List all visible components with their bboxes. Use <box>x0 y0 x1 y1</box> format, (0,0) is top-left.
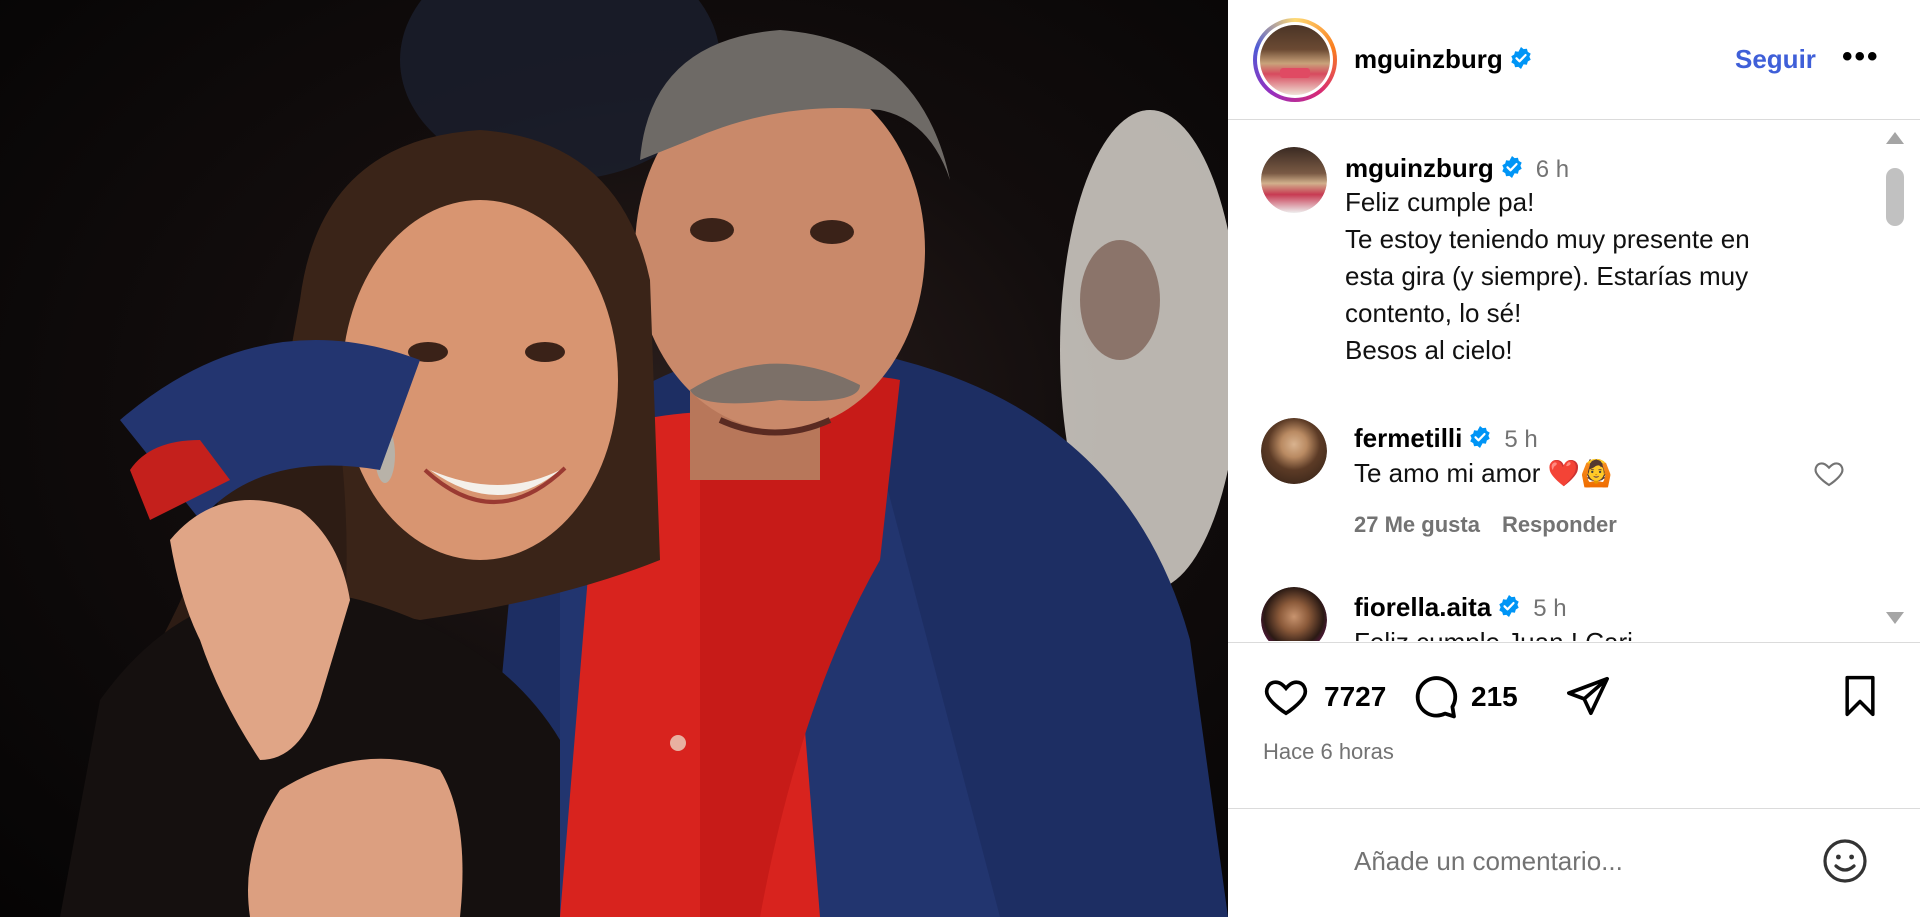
verified-badge-icon <box>1502 156 1522 179</box>
comment-username[interactable]: fermetilli 5 h <box>1354 423 1538 454</box>
more-options-button[interactable]: ••• <box>1842 40 1880 74</box>
scroll-down-icon[interactable] <box>1884 610 1906 626</box>
follow-button[interactable]: Seguir <box>1735 44 1816 75</box>
comment-icon[interactable] <box>1411 673 1459 721</box>
post-photo[interactable] <box>0 0 1228 917</box>
comment-text: Feliz cumple Juan ! Cari... <box>1354 624 1655 641</box>
comments-count[interactable]: 215 <box>1471 681 1518 713</box>
verified-badge-icon <box>1511 47 1531 70</box>
comment-meta: 27 Me gusta Responder <box>1354 512 1639 538</box>
caption-time: 6 h <box>1535 156 1570 183</box>
comment-avatar[interactable] <box>1261 587 1327 641</box>
add-comment-input[interactable] <box>1354 841 1824 881</box>
add-comment-bar <box>1228 808 1920 917</box>
caption-username[interactable]: mguinzburg 6 h <box>1345 153 1569 184</box>
verified-badge-icon <box>1470 426 1491 449</box>
verified-badge-icon <box>1499 595 1519 618</box>
emoji-icon[interactable] <box>1821 837 1869 885</box>
post-header: mguinzburg Seguir ••• <box>1228 0 1920 120</box>
comment-avatar[interactable] <box>1261 418 1327 484</box>
comment-time: 5 h <box>1533 595 1567 622</box>
comments-list[interactable]: mguinzburg 6 h Feliz cumple pa! Te estoy … <box>1228 121 1920 641</box>
comment-text: Te amo mi amor ❤️🙆 <box>1354 458 1613 488</box>
likes-count[interactable]: 7727 <box>1324 681 1386 713</box>
caption-text: Feliz cumple pa! Te estoy teniendo muy p… <box>1345 187 1750 365</box>
comment-like-heart-icon[interactable] <box>1812 457 1846 489</box>
comment-likes[interactable]: 27 Me gusta <box>1354 512 1480 537</box>
caption-avatar[interactable] <box>1261 147 1327 213</box>
reply-button[interactable]: Responder <box>1502 512 1617 537</box>
post-actions: 7727 215 Hace 6 horas <box>1228 642 1920 782</box>
share-icon[interactable] <box>1564 673 1612 719</box>
author-username-header[interactable]: mguinzburg <box>1354 44 1533 75</box>
post-photo-illustration <box>60 0 1228 917</box>
post-panel: mguinzburg Seguir ••• mguinzburg 6 h Feli… <box>1228 0 1920 917</box>
comment-username[interactable]: fiorella.aita 5 h <box>1354 592 1567 623</box>
author-avatar[interactable] <box>1260 25 1330 95</box>
comment-time: 5 h <box>1504 426 1538 453</box>
comments-scrollbar[interactable] <box>1880 130 1908 640</box>
author-avatar-ring[interactable] <box>1253 18 1337 102</box>
heart-icon[interactable] <box>1261 673 1311 719</box>
scrollbar-thumb[interactable] <box>1886 168 1904 226</box>
post-time-ago[interactable]: Hace 6 horas <box>1263 739 1394 765</box>
bookmark-icon[interactable] <box>1838 673 1882 719</box>
scroll-up-icon[interactable] <box>1884 130 1906 146</box>
